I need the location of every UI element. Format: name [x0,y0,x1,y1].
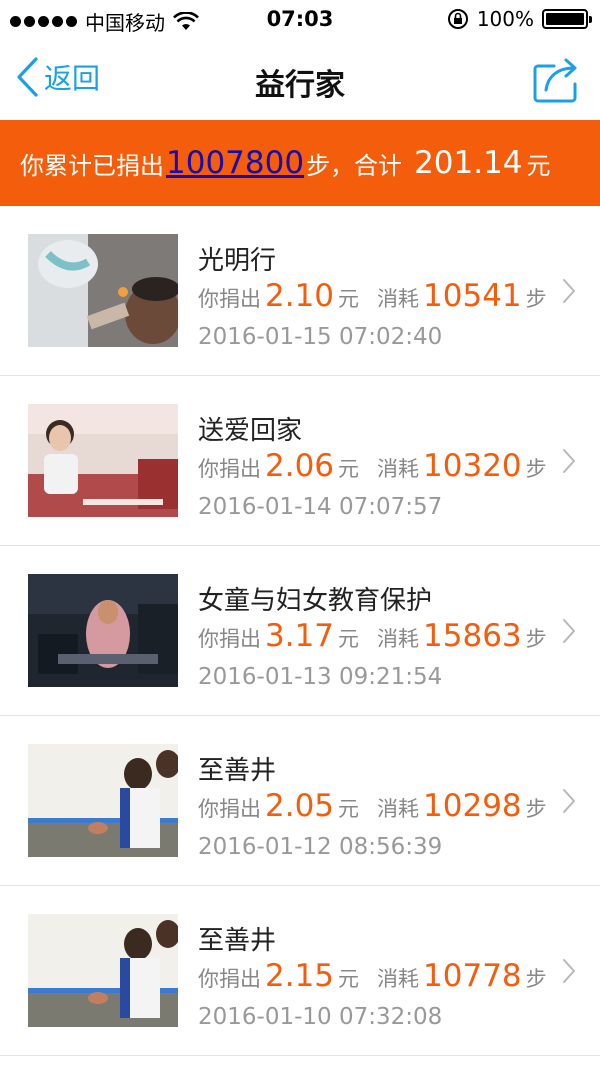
chevron-left-icon [17,57,38,97]
yuan-label: 元 [338,797,360,821]
consumed-label: 消耗 [377,967,420,991]
donated-amount: 2.10 [265,278,335,314]
donated-label: 你捐出 [198,287,261,311]
list-item[interactable]: 光明行 你捐出 2.10 元 消耗 10541 步 2016-01-15 07:… [0,206,600,376]
list-item[interactable]: 至善井 你捐出 2.05 元 消耗 10298 步 2016-01-12 08:… [0,716,600,886]
yuan-label: 元 [338,627,360,651]
donation-info: 你捐出 3.17 元 消耗 15863 步 [198,618,547,654]
summary-mid: 步，合计 [306,151,403,180]
donated-amount: 2.06 [265,448,335,484]
battery-percent: 100% [476,7,534,31]
consumed-steps: 10778 [423,958,522,994]
donated-label: 你捐出 [198,967,261,991]
consumed-label: 消耗 [377,287,420,311]
back-button[interactable]: 返回 [14,56,100,98]
steps-unit-label: 步 [525,967,547,991]
donated-label: 你捐出 [198,457,261,481]
donation-date: 2016-01-13 09:21:54 [198,664,443,690]
yuan-label: 元 [338,967,360,991]
donation-info: 你捐出 2.15 元 消耗 10778 步 [198,958,547,994]
project-thumbnail [28,574,178,687]
consumed-steps: 10320 [423,448,522,484]
share-icon[interactable] [532,54,582,104]
chevron-right-icon [563,449,575,473]
chevron-right-icon [563,789,575,813]
project-thumbnail [28,404,178,517]
yuan-label: 元 [338,457,360,481]
donated-amount: 2.05 [265,788,335,824]
project-title: 至善井 [198,756,277,786]
project-title: 女童与妇女教育保护 [198,586,433,616]
donation-date: 2016-01-15 07:02:40 [198,324,443,350]
total-amount: 201.14 [414,145,523,181]
project-thumbnail [28,914,178,1027]
donated-label: 你捐出 [198,627,261,651]
consumed-steps: 10298 [423,788,522,824]
consumed-label: 消耗 [377,457,420,481]
donated-label: 你捐出 [198,797,261,821]
back-label: 返回 [44,62,101,95]
consumed-label: 消耗 [377,627,420,651]
project-title: 至善井 [198,926,277,956]
list-item[interactable]: 女童与妇女教育保护 你捐出 3.17 元 消耗 15863 步 2016-01-… [0,546,600,716]
project-title: 光明行 [198,246,277,276]
project-thumbnail [28,234,178,347]
donation-info: 你捐出 2.06 元 消耗 10320 步 [198,448,547,484]
donation-info: 你捐出 2.05 元 消耗 10298 步 [198,788,547,824]
steps-unit-label: 步 [525,287,547,311]
rotation-lock-icon [447,9,468,29]
donation-date: 2016-01-14 07:07:57 [198,494,443,520]
summary-suffix: 元 [526,151,551,180]
battery-icon [542,9,592,29]
consumed-label: 消耗 [377,797,420,821]
total-steps-link[interactable]: 1007800 [166,145,304,181]
chevron-right-icon [563,279,575,303]
yuan-label: 元 [338,287,360,311]
donated-amount: 3.17 [265,618,335,654]
donation-info: 你捐出 2.10 元 消耗 10541 步 [198,278,547,314]
donation-list: 光明行 你捐出 2.10 元 消耗 10541 步 2016-01-15 07:… [0,206,600,1056]
steps-unit-label: 步 [525,627,547,651]
summary-prefix: 你累计已捐出 [20,151,164,180]
consumed-steps: 10541 [423,278,522,314]
project-title: 送爱回家 [198,416,303,446]
status-bar: 中国移动 07:03 100% [0,0,600,40]
chevron-right-icon [563,959,575,983]
list-item[interactable]: 送爱回家 你捐出 2.06 元 消耗 10320 步 2016-01-14 07… [0,376,600,546]
donation-date: 2016-01-12 08:56:39 [198,834,443,860]
donated-amount: 2.15 [265,958,335,994]
list-item[interactable]: 至善井 你捐出 2.15 元 消耗 10778 步 2016-01-10 07:… [0,886,600,1056]
nav-bar: 返回 益行家 [0,40,600,120]
project-thumbnail [28,744,178,857]
status-right: 100% [447,7,592,31]
donation-date: 2016-01-10 07:32:08 [198,1004,443,1030]
steps-unit-label: 步 [525,457,547,481]
donation-summary-banner: 你累计已捐出 1007800 步，合计 201.14 元 [0,120,600,206]
consumed-steps: 15863 [423,618,522,654]
steps-unit-label: 步 [525,797,547,821]
chevron-right-icon [563,619,575,643]
